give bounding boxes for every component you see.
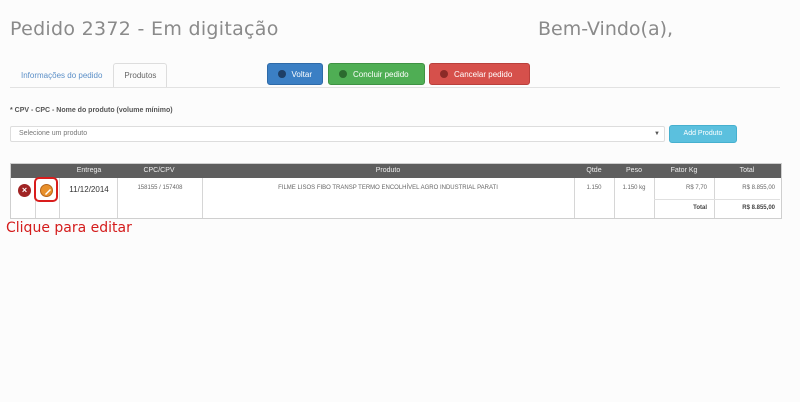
column-header-produto: Produto xyxy=(375,167,401,174)
cell-peso: 1.150 kg xyxy=(622,185,646,191)
product-select-value: Selecione um produto xyxy=(19,130,88,137)
column-header-cpc-cpv: CPC/CPV xyxy=(143,167,175,174)
table-header: Entrega CPC/CPV Produto Qtde Peso Fator … xyxy=(11,164,781,178)
back-arrow-icon xyxy=(278,70,286,78)
cancel-icon xyxy=(440,70,448,78)
pencil-icon xyxy=(45,189,51,195)
column-divider xyxy=(614,178,615,218)
finish-order-label: Concluir pedido xyxy=(353,69,409,79)
check-icon xyxy=(339,70,347,78)
column-header-entrega: Entrega xyxy=(76,167,102,174)
products-table: Entrega CPC/CPV Produto Qtde Peso Fator … xyxy=(10,163,782,219)
finish-order-button[interactable]: Concluir pedido xyxy=(328,63,425,85)
cancel-order-button[interactable]: Cancelar pedido xyxy=(429,63,530,85)
column-divider xyxy=(202,178,203,218)
product-select[interactable]: Selecione um produto ▼ xyxy=(10,126,665,142)
cell-total: R$ 8.855,00 xyxy=(742,185,775,191)
page-title: Pedido 2372 - Em digitação xyxy=(10,18,279,40)
cell-entrega: 11/12/2014 xyxy=(69,185,109,194)
remove-item-icon[interactable]: × xyxy=(18,184,31,197)
column-divider xyxy=(59,178,60,218)
column-divider xyxy=(117,178,118,218)
tab-products[interactable]: Produtos xyxy=(113,63,168,88)
column-divider xyxy=(714,178,715,218)
back-button[interactable]: Voltar xyxy=(267,63,323,85)
tabs-divider xyxy=(10,87,780,88)
edit-annotation: Clique para editar xyxy=(6,220,132,236)
cancel-order-label: Cancelar pedido xyxy=(454,69,513,79)
column-header-total: Total xyxy=(739,167,755,174)
tab-bar: Informações do pedido Produtos xyxy=(10,63,168,88)
edit-pencil-icon[interactable] xyxy=(40,184,53,197)
chevron-down-icon: ▼ xyxy=(654,131,660,137)
total-label: Total xyxy=(693,205,707,211)
row-divider xyxy=(654,199,780,200)
add-product-button[interactable]: Add Produto xyxy=(669,125,737,143)
column-header-fator: Fator Kg xyxy=(670,167,698,174)
cell-produto: FILME LISOS FIBO TRANSP TERMO ENCOLHÍVEL… xyxy=(278,185,498,191)
total-value: R$ 8.855,00 xyxy=(742,205,775,211)
column-divider xyxy=(654,178,655,218)
welcome-text: Bem-Vindo(a), xyxy=(538,18,674,40)
column-divider xyxy=(574,178,575,218)
back-button-label: Voltar xyxy=(291,69,312,79)
cell-qtde: 1.150 xyxy=(586,185,602,191)
tab-order-info[interactable]: Informações do pedido xyxy=(10,63,113,88)
cell-fator: R$ 7,70 xyxy=(685,185,707,191)
cell-cpc-cpv: 158155 / 157408 xyxy=(137,185,183,191)
product-field-label: * CPV - CPC - Nome do produto (volume mí… xyxy=(10,107,173,114)
column-header-peso: Peso xyxy=(626,167,642,174)
column-header-qtde: Qtde xyxy=(586,167,602,174)
